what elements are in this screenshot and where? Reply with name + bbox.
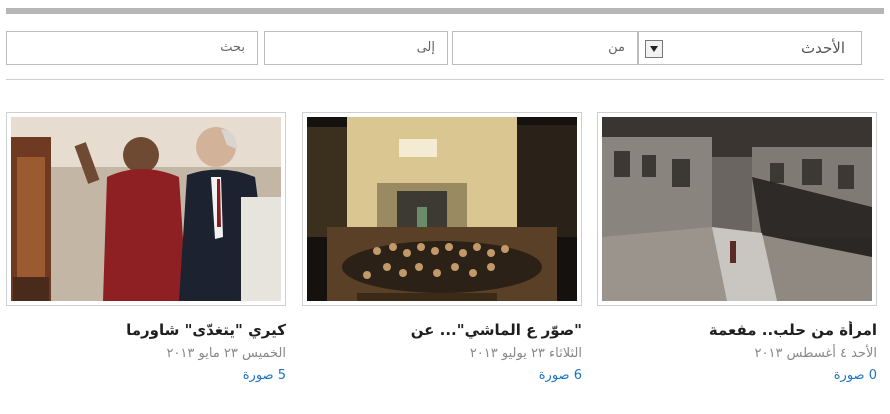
gallery-item-date: الأحد ٤ أغسطس ٢٠١٣ — [754, 346, 877, 361]
gallery-item-date: الخميس ٢٣ مايو ٢٠١٣ — [166, 346, 286, 361]
gallery-card[interactable]: امرأة من حلب.. مفعمة الأحد ٤ أغسطس ٢٠١٣ … — [597, 112, 877, 383]
sort-select[interactable]: الأحدث — [638, 31, 862, 65]
gallery-item-count[interactable]: 0 صورة — [597, 368, 877, 383]
gallery-item-title[interactable]: كيري "يتغدّى" شاورما — [6, 321, 286, 339]
sort-selected-value: الأحدث — [801, 39, 845, 57]
date-to-placeholder: إلى — [416, 40, 435, 55]
gallery-thumbnail[interactable] — [302, 112, 582, 306]
gallery-item-title[interactable]: "صوّر ع الماشي"... عن — [302, 321, 582, 339]
gallery-item-date: الثلاثاء ٢٣ يوليو ٢٠١٣ — [469, 346, 582, 361]
gallery-card[interactable]: "صوّر ع الماشي"... عن الثلاثاء ٢٣ يوليو … — [302, 112, 582, 383]
gallery-card[interactable]: كيري "يتغدّى" شاورما الخميس ٢٣ مايو ٢٠١٣… — [6, 112, 286, 383]
gallery-thumbnail[interactable] — [6, 112, 286, 306]
shawarma-shop-photo — [11, 117, 281, 301]
gallery-item-count[interactable]: 5 صورة — [6, 368, 286, 383]
search-placeholder: بحث — [220, 40, 245, 55]
filter-bar: بحث إلى من الأحدث — [6, 31, 884, 67]
group-night-photo — [307, 117, 577, 301]
date-to-input[interactable]: إلى — [264, 31, 448, 65]
chevron-down-icon[interactable] — [645, 40, 663, 58]
gallery-item-count[interactable]: 6 صورة — [302, 368, 582, 383]
gallery-item-title[interactable]: امرأة من حلب.. مفعمة — [597, 321, 877, 339]
date-from-input[interactable]: من — [452, 31, 638, 65]
search-input[interactable]: بحث — [6, 31, 258, 65]
date-from-placeholder: من — [608, 40, 625, 55]
gallery-thumbnail[interactable] — [597, 112, 877, 306]
top-divider-bar — [6, 8, 884, 14]
section-divider — [6, 79, 884, 80]
aleppo-street-photo — [602, 117, 872, 301]
